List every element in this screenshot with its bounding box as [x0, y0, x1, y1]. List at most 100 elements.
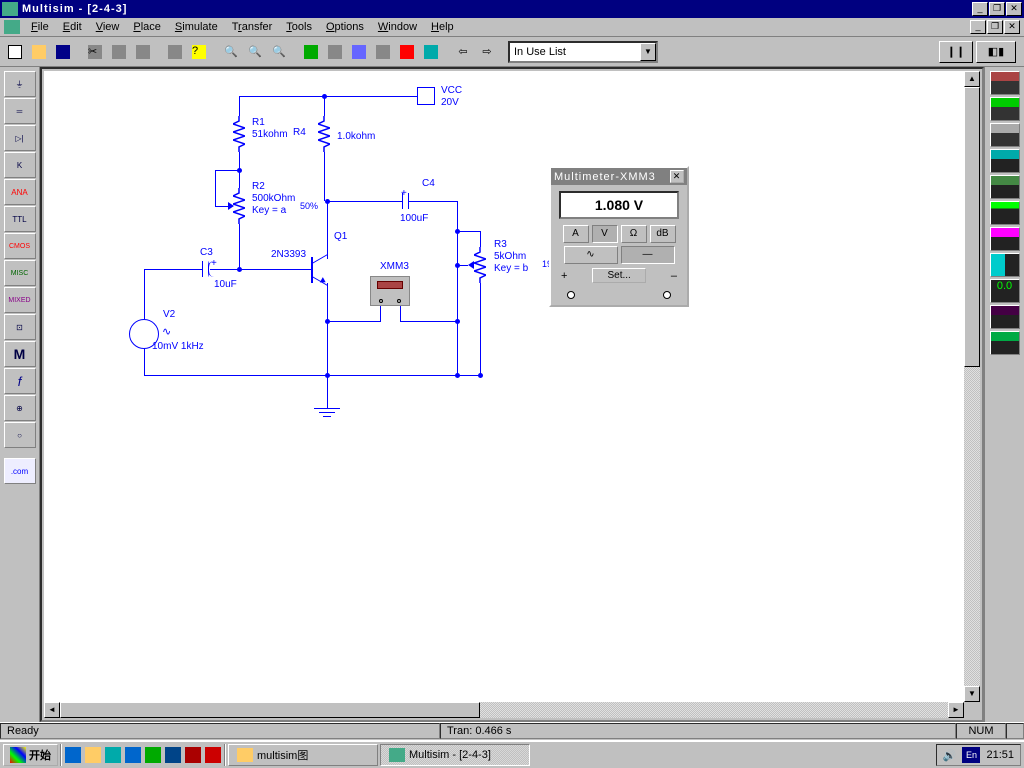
rf-button[interactable]: f [4, 368, 36, 394]
zoom-in-button[interactable]: 🔍 [220, 41, 242, 63]
copy-button[interactable] [108, 41, 130, 63]
mdi-close-button[interactable]: ✕ [1004, 20, 1020, 34]
report-button[interactable] [372, 41, 394, 63]
paste-button[interactable] [132, 41, 154, 63]
pot-r2[interactable] [233, 188, 245, 224]
distortion-tool[interactable]: 0.0 [990, 279, 1020, 303]
cmos-button[interactable]: CMOS [4, 233, 36, 259]
database-button[interactable] [348, 41, 370, 63]
forward-button[interactable]: ⇨ [476, 41, 498, 63]
bode-tool[interactable] [990, 175, 1020, 199]
mdi-minimize-button[interactable]: _ [970, 20, 986, 34]
analysis2-button[interactable] [420, 41, 442, 63]
cut-button[interactable]: ✂ [84, 41, 106, 63]
multimeter-tool[interactable] [990, 71, 1020, 95]
mm-amp-button[interactable]: A [563, 225, 589, 243]
minimize-button[interactable]: _ [972, 2, 988, 16]
ql-desktop-icon[interactable] [104, 746, 122, 764]
open-button[interactable] [28, 41, 50, 63]
ground-symbol[interactable] [314, 404, 340, 418]
task-multisim-app[interactable]: Multisim - [2-4-3] [380, 744, 530, 766]
close-button[interactable]: ✕ [1006, 2, 1022, 16]
basic-button[interactable]: ═ [4, 98, 36, 124]
menu-view[interactable]: View [89, 20, 127, 34]
resistor-r1[interactable] [233, 116, 245, 152]
ql-app1-icon[interactable] [164, 746, 182, 764]
ql-word-icon[interactable] [124, 746, 142, 764]
mm-ac-button[interactable]: ∿ [564, 246, 618, 264]
analog-button[interactable]: ANA [4, 179, 36, 205]
language-indicator[interactable]: En [962, 747, 980, 763]
mm-set-button[interactable]: Set... [592, 268, 645, 283]
function-gen-tool[interactable] [990, 97, 1020, 121]
new-button[interactable] [4, 41, 26, 63]
ql-excel-icon[interactable] [144, 746, 162, 764]
start-button[interactable]: 开始 [3, 744, 58, 766]
dropdown-icon[interactable]: ▼ [640, 43, 656, 61]
maximize-button[interactable]: ❐ [989, 2, 1005, 16]
transistor-q1[interactable] [299, 249, 339, 293]
capacitor-c4[interactable] [392, 193, 422, 209]
analysis-button[interactable] [396, 41, 418, 63]
menu-transfer[interactable]: Transfer [225, 20, 280, 34]
menu-simulate[interactable]: Simulate [168, 20, 225, 34]
spectrum-tool[interactable] [990, 305, 1020, 329]
menu-tools[interactable]: Tools [279, 20, 319, 34]
horizontal-scrollbar[interactable]: ◄ ► [44, 702, 964, 718]
schematic-canvas[interactable]: VCC 20V R1 51kohm R4 1.0kohm [44, 71, 964, 702]
help-button[interactable]: ? [188, 41, 210, 63]
mdi-icon[interactable] [4, 20, 20, 34]
inuse-list-combo[interactable]: In Use List ▼ [508, 41, 658, 63]
menu-place[interactable]: Place [126, 20, 168, 34]
menu-help[interactable]: Help [424, 20, 461, 34]
mm-ohm-button[interactable]: Ω [621, 225, 647, 243]
logic-converter-tool[interactable] [990, 253, 1020, 277]
electromech-button[interactable]: ⊕ [4, 395, 36, 421]
mm-dc-button[interactable]: — [621, 246, 675, 264]
volume-icon[interactable]: 🔊 [943, 749, 957, 762]
multimeter-dialog[interactable]: Multimeter-XMM3 ✕ 1.080 V A V Ω dB ∿ — +… [549, 166, 689, 307]
pause-button[interactable]: ❙❙ [939, 41, 973, 63]
system-tray[interactable]: 🔊 En 21:51 [936, 744, 1021, 766]
ladder-button[interactable]: ○ [4, 422, 36, 448]
edaparts-button[interactable]: .com [4, 458, 36, 484]
back-button[interactable]: ⇦ [452, 41, 474, 63]
zoom-fit-button[interactable]: 🔍 [268, 41, 290, 63]
save-button[interactable] [52, 41, 74, 63]
ql-outlook-icon[interactable] [84, 746, 102, 764]
multimeter-close-button[interactable]: ✕ [670, 170, 684, 183]
task-multisim-folder[interactable]: multisim图 [228, 744, 378, 766]
transistor-button[interactable]: K [4, 152, 36, 178]
menu-edit[interactable]: Edit [56, 20, 89, 34]
menu-file[interactable]: File [24, 20, 56, 34]
word-gen-tool[interactable] [990, 201, 1020, 225]
vertical-scrollbar[interactable]: ▲ ▼ [964, 71, 980, 702]
ql-ie-icon[interactable] [64, 746, 82, 764]
logic-analyzer-tool[interactable] [990, 227, 1020, 251]
pot-r3[interactable] [474, 247, 486, 283]
oscilloscope-tool[interactable] [990, 149, 1020, 173]
mm-db-button[interactable]: dB [650, 225, 676, 243]
sources-button[interactable]: ⏚ [4, 71, 36, 97]
menu-options[interactable]: Options [319, 20, 371, 34]
component-button[interactable] [300, 41, 322, 63]
zoom-out-button[interactable]: 🔍 [244, 41, 266, 63]
resistor-r4[interactable] [318, 116, 330, 152]
print-button[interactable] [164, 41, 186, 63]
capacitor-c3[interactable] [192, 261, 222, 277]
multimeter-titlebar[interactable]: Multimeter-XMM3 ✕ [551, 168, 687, 185]
misc-button[interactable]: MISC [4, 260, 36, 286]
probe-button[interactable] [324, 41, 346, 63]
menu-window[interactable]: Window [371, 20, 424, 34]
ttl-button[interactable]: TTL [4, 206, 36, 232]
run-switch[interactable]: ◧▮ [976, 41, 1016, 63]
diode-button[interactable]: ▷| [4, 125, 36, 151]
network-tool[interactable] [990, 331, 1020, 355]
mm-volt-button[interactable]: V [592, 225, 618, 243]
mixed-button[interactable]: MIXED [4, 287, 36, 313]
ql-app3-icon[interactable] [204, 746, 222, 764]
vcc-terminal[interactable] [417, 87, 435, 105]
indicator-button[interactable]: ⊡ [4, 314, 36, 340]
multimeter-xmm3-symbol[interactable] [370, 276, 410, 306]
misc2-button[interactable]: M [4, 341, 36, 367]
